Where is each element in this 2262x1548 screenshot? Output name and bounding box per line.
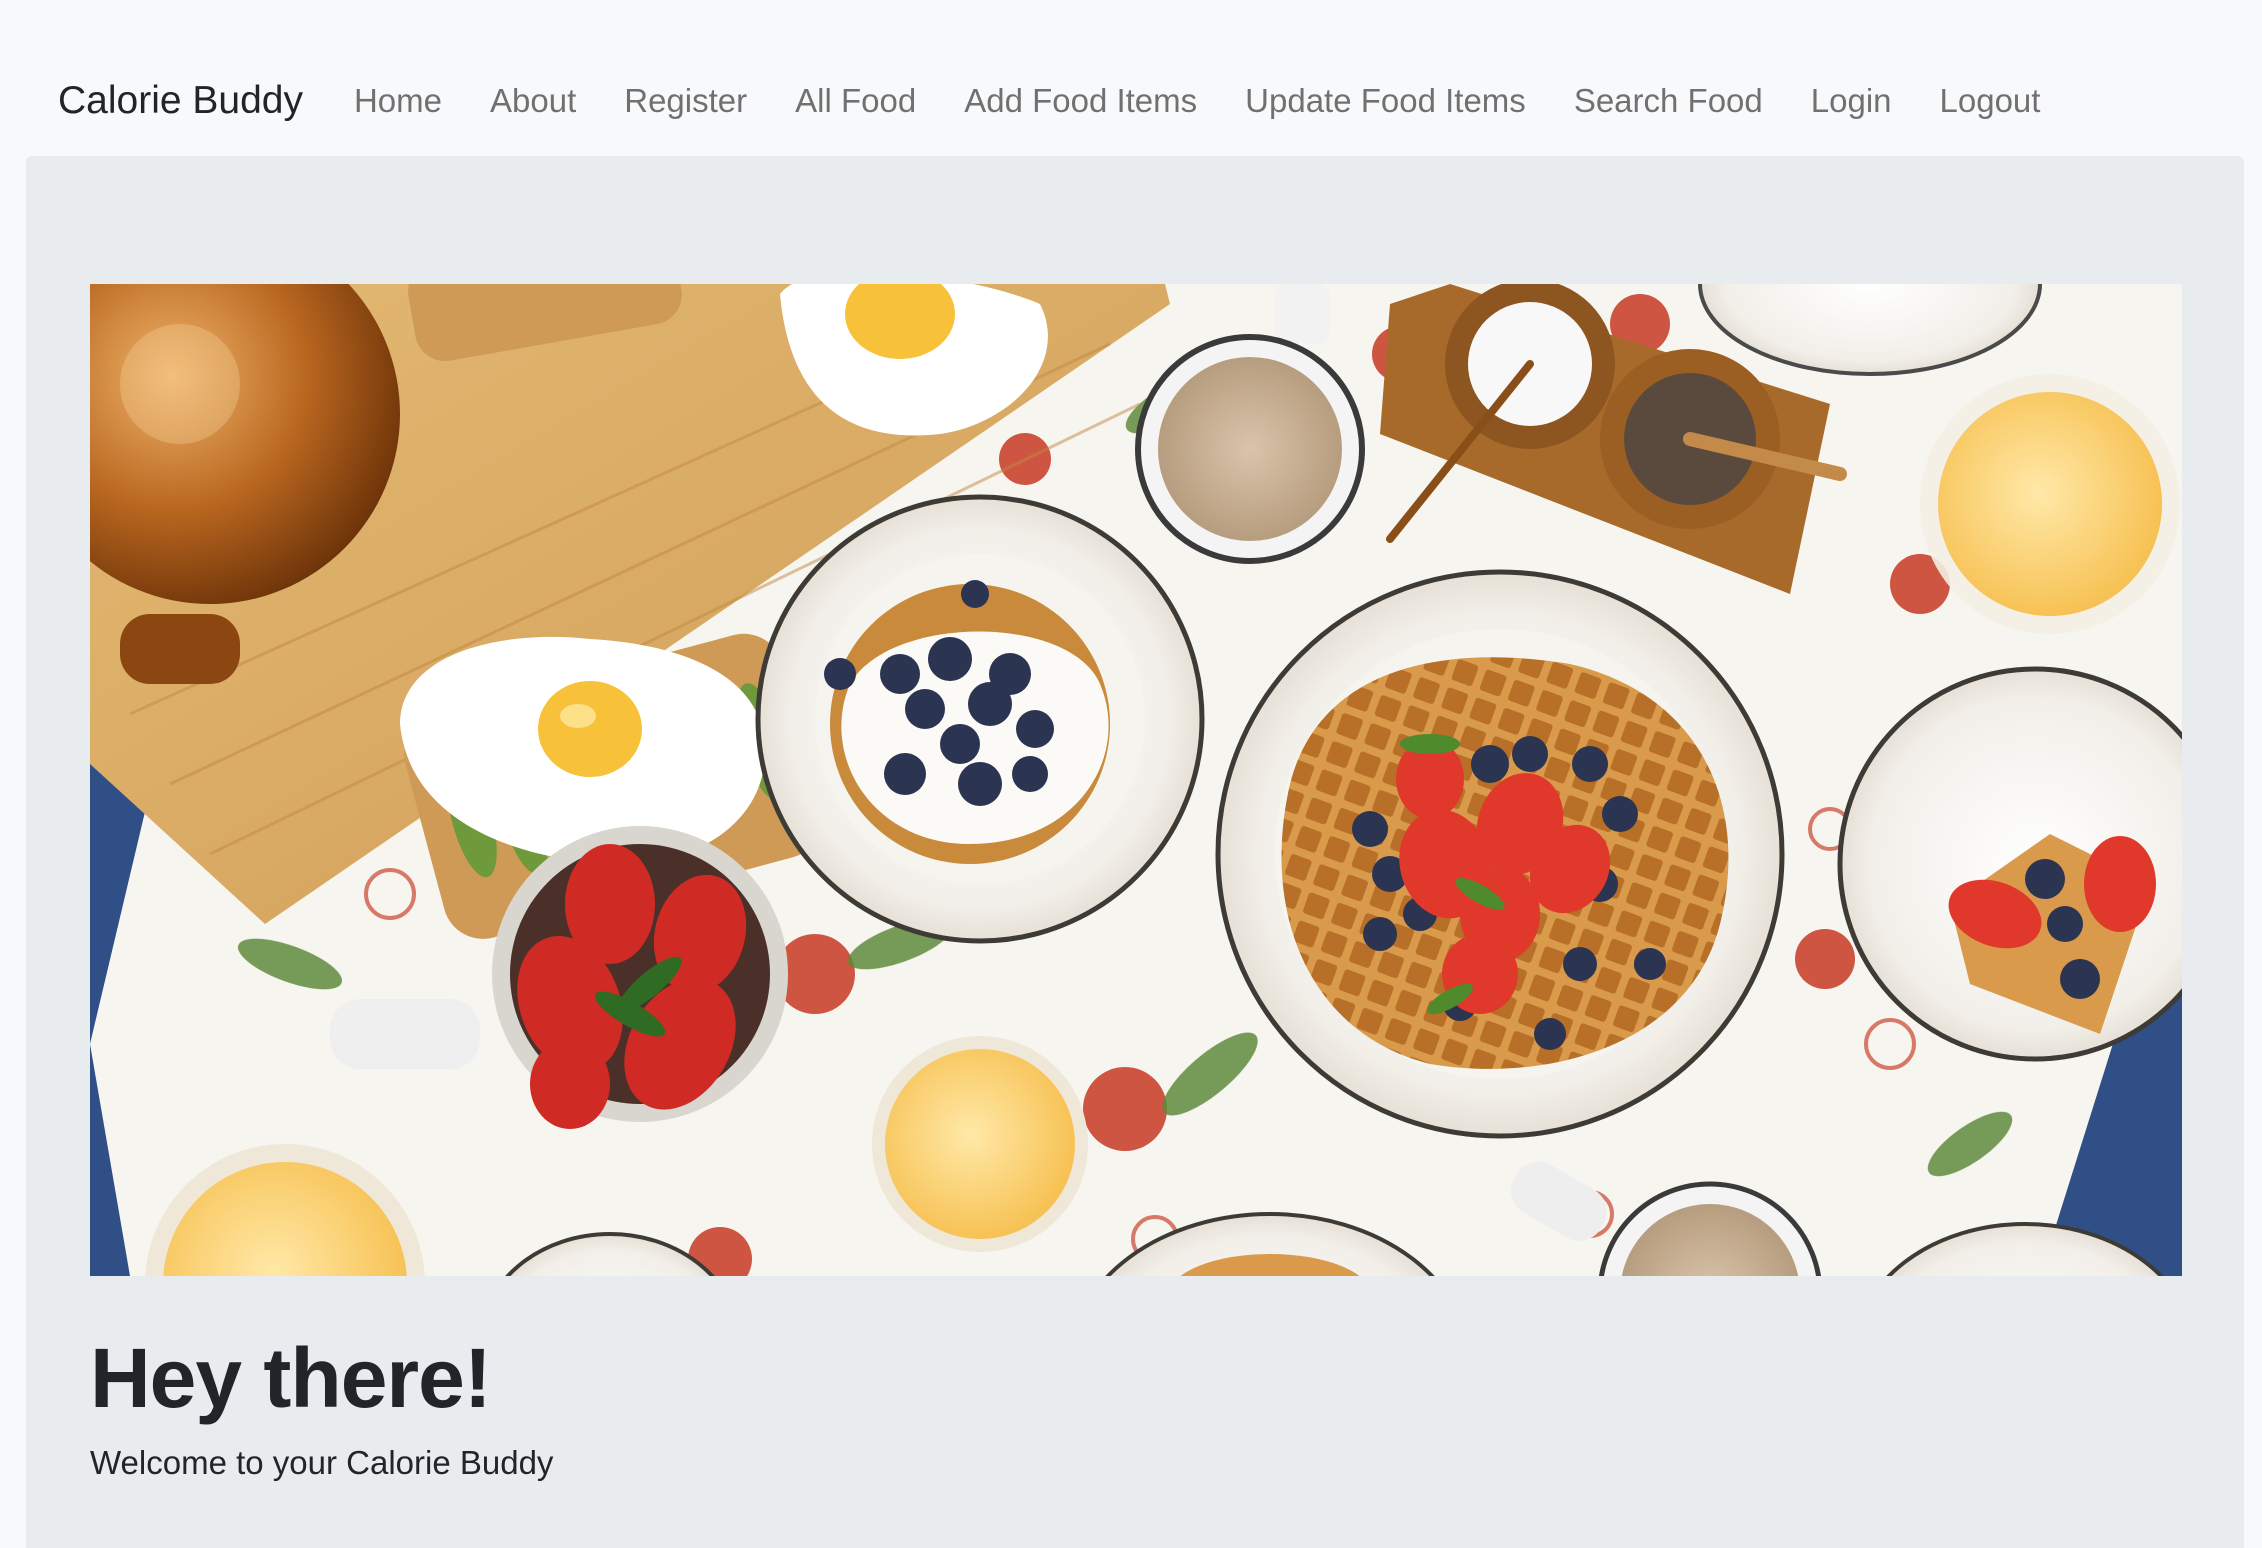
nav-link-all-food[interactable]: All Food [771,82,940,120]
nav-link-search-food[interactable]: Search Food [1550,82,1787,120]
nav-link-register[interactable]: Register [600,82,771,120]
nav-link-login[interactable]: Login [1787,82,1916,120]
navbar: Calorie Buddy Home About Register All Fo… [26,46,2244,156]
nav-link-logout[interactable]: Logout [1916,82,2065,120]
hero-subtext: Welcome to your Calorie Buddy [90,1444,554,1481]
nav-link-home[interactable]: Home [330,82,466,120]
brand-link[interactable]: Calorie Buddy [58,79,303,123]
nav-link-add-food-items[interactable]: Add Food Items [940,82,1221,120]
nav-link-update-food-items[interactable]: Update Food Items [1221,82,1550,120]
nav-links: Home About Register All Food Add Food It… [330,82,2064,120]
nav-link-about[interactable]: About [466,82,600,120]
jumbotron: Hey there! Welcome to your Calorie Buddy [26,156,2244,1548]
hero-heading: Hey there! [90,1331,492,1425]
hero-image-breakfast-table [90,284,2182,1276]
